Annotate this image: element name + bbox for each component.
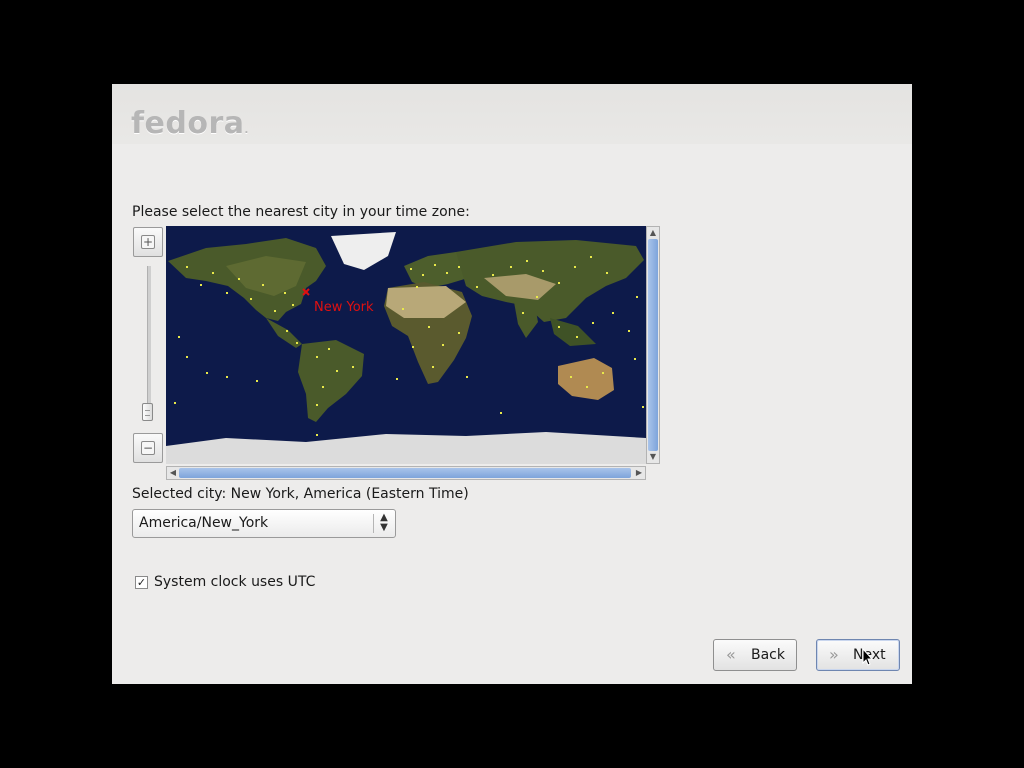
back-button[interactable]: « Back [713,639,797,671]
map-vertical-scrollbar[interactable]: ▲ ▼ [646,226,660,464]
map-city-label: New York [314,300,374,315]
installer-window: fedora. Please select the nearest city i… [112,84,912,684]
scroll-left-arrow-icon[interactable]: ◀ [167,467,179,479]
zoom-out-icon: − [141,441,155,455]
scroll-down-arrow-icon[interactable]: ▼ [647,451,659,463]
selected-city-label: Selected city: New York, America (Easter… [132,486,469,502]
map-horizontal-scrollbar[interactable]: ◀ ▶ [166,466,646,480]
next-arrow-icon: » [829,645,839,664]
select-divider [373,514,374,533]
back-arrow-icon: « [726,645,736,664]
back-button-label: Back [751,647,785,663]
utc-checkbox-label[interactable]: System clock uses UTC [154,574,315,590]
next-button[interactable]: » Next [816,639,900,671]
utc-checkbox[interactable]: ✓ [135,576,148,589]
instruction-label: Please select the nearest city in your t… [132,204,470,220]
scroll-right-arrow-icon[interactable]: ▶ [633,467,645,479]
map-horizontal-scroll-thumb[interactable] [179,468,631,478]
zoom-slider-handle[interactable] [142,403,153,421]
timezone-select[interactable]: America/New_York ▲ ▼ [132,509,396,538]
updown-chevron-icon: ▲ ▼ [380,512,388,533]
zoom-out-button[interactable]: − [133,433,163,463]
timezone-select-value: America/New_York [139,515,269,531]
mouse-cursor-icon [862,648,874,666]
zoom-in-button[interactable]: + [133,227,163,257]
scroll-up-arrow-icon[interactable]: ▲ [647,227,659,239]
header-band: fedora. [112,84,912,144]
fedora-logo: fedora. [131,106,249,141]
map-vertical-scroll-thumb[interactable] [648,239,658,451]
world-map[interactable]: New York [166,226,646,464]
zoom-slider-track[interactable] [147,266,151,416]
world-map-graphic: New York [166,226,646,464]
zoom-in-icon: + [141,235,155,249]
